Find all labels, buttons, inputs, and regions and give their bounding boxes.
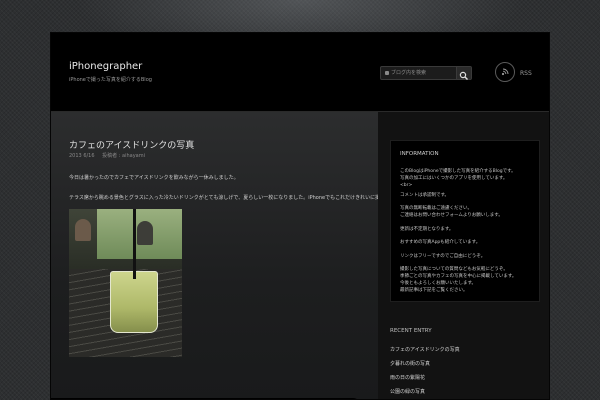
information-line: 撮影した写真についての質問などもお気軽にどうぞ。 — [400, 267, 508, 272]
post-photo[interactable] — [69, 209, 182, 357]
post-text-line: 今日は暑かったのでカフェでアイスドリンクを飲みながら一休みしました。 — [69, 175, 239, 181]
information-line: 今後ともよろしくお願いいたします。 — [400, 281, 477, 286]
recent-entry-link[interactable]: 雨の日の紫陽花 — [390, 374, 425, 381]
main-content: カフェのアイスドリンクの写真 2013 6/16 投稿者 : aihayami … — [51, 112, 435, 399]
information-line: リンクはフリーですのでご自由にどうぞ。 — [400, 254, 486, 259]
post-author[interactable]: 投稿者 : aihayami — [102, 153, 145, 159]
sidebar: INFORMATION このBlogはiPhoneで撮影した写真を紹介するBlo… — [378, 112, 549, 399]
search-field-icon — [385, 71, 389, 75]
site-title[interactable]: iPhonegrapher — [69, 61, 142, 72]
magnifier-icon — [459, 71, 468, 80]
information-line: 最新記事は下記をご覧ください。 — [400, 288, 468, 293]
recent-entry-link[interactable]: カフェのアイスドリンクの写真 — [390, 346, 460, 353]
search-box — [380, 66, 472, 80]
information-line: 写真の加工にはいくつかのアプリを使用しています。 — [400, 176, 508, 181]
information-line: <br> — [400, 183, 413, 188]
recent-entry-title: RECENT ENTRY — [390, 328, 432, 334]
site-description: iPhoneで撮った写真を紹介するBlog — [69, 77, 152, 83]
rss-label[interactable]: RSS — [520, 70, 532, 77]
rss-button[interactable] — [495, 62, 515, 82]
information-widget: INFORMATION このBlogはiPhoneで撮影した写真を紹介するBlo… — [390, 140, 540, 302]
recent-entry-link[interactable]: 公園の緑の写真 — [390, 388, 425, 395]
post-meta: 2013 6/16 投稿者 : aihayami — [69, 152, 151, 159]
site-header: iPhonegrapher iPhoneで撮った写真を紹介するBlog RSS — [51, 33, 549, 112]
information-line: 更新は不定期となります。 — [400, 227, 454, 232]
page-frame: iPhonegrapher iPhoneで撮った写真を紹介するBlog RSS … — [50, 32, 550, 400]
recent-entry-link[interactable]: 夕暮れの街の写真 — [390, 360, 430, 367]
information-line: おすすめの写真Appも紹介しています。 — [400, 240, 481, 245]
search-input[interactable] — [391, 68, 455, 78]
information-title: INFORMATION — [400, 151, 439, 157]
information-line: 写真の無断転載はご遠慮ください。 — [400, 206, 472, 211]
post-date: 2013 6/16 — [69, 153, 95, 159]
information-line: ご連絡はお問い合わせフォームよりお願いします。 — [400, 213, 503, 218]
post-title[interactable]: カフェのアイスドリンクの写真 — [69, 138, 194, 151]
information-line: 季節ごとの写真やカフェの写真を中心に掲載しています。 — [400, 274, 517, 279]
rss-icon — [501, 68, 509, 76]
search-button[interactable] — [456, 67, 471, 80]
information-line: コメントは承認制です。 — [400, 193, 450, 198]
information-line: このBlogはiPhoneで撮影した写真を紹介するBlogです。 — [400, 169, 516, 174]
